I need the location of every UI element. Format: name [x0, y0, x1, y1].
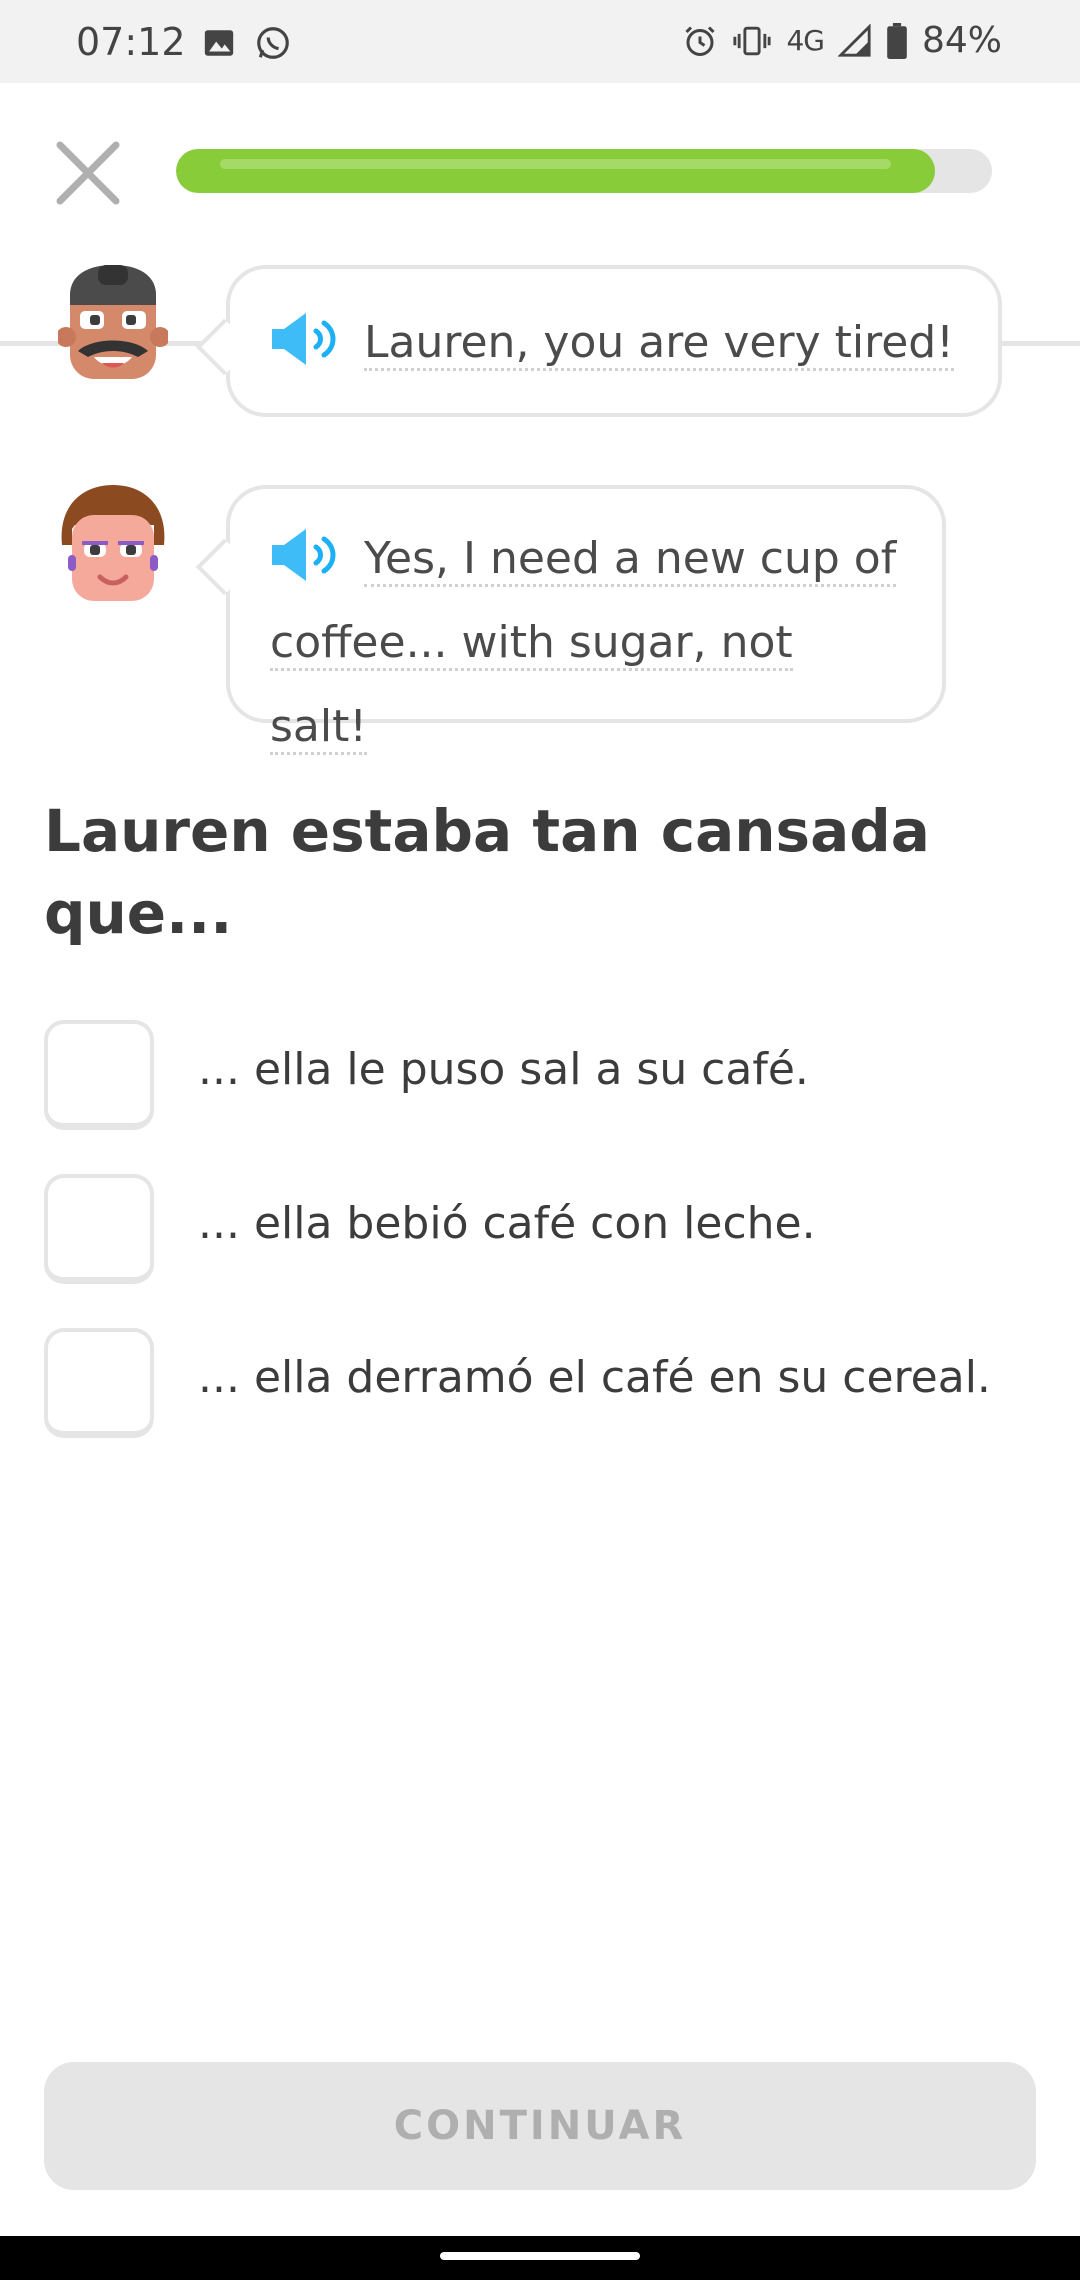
home-indicator[interactable] [440, 2252, 640, 2260]
battery-level: 84% [921, 20, 1002, 61]
dialogue-line-1: Lauren, you are very tired! [0, 265, 1080, 425]
speech-bubble-2: Yes, I need a new cup of coffee... with … [195, 485, 946, 755]
answer-option-3[interactable]: ... ella derramó el café en su cereal. [44, 1328, 1044, 1438]
dialogue-text-2-line-2[interactable]: coffee... with sugar, not salt! [270, 617, 793, 755]
vibrate-icon [733, 26, 772, 55]
speaker-icon[interactable] [270, 527, 346, 583]
option-checkbox[interactable] [44, 1020, 154, 1130]
system-nav-bar [0, 2236, 1080, 2280]
network-type: 4G [786, 24, 825, 57]
avatar-woman [61, 485, 165, 601]
status-time: 07:12 [76, 20, 186, 64]
status-bar: 07:12 4G 84% [0, 0, 1080, 83]
speaker-icon[interactable] [270, 311, 346, 367]
option-label: ... ella bebió café con leche. [198, 1198, 816, 1249]
option-label: ... ella derramó el café en su cereal. [198, 1352, 991, 1403]
bubble-tail [195, 318, 253, 376]
image-icon [204, 30, 234, 56]
dialogue-line-2: Yes, I need a new cup of coffee... with … [0, 485, 1080, 755]
option-checkbox[interactable] [44, 1174, 154, 1284]
whatsapp-icon [257, 27, 289, 59]
question-line-2: que... [44, 879, 233, 947]
option-checkbox[interactable] [44, 1328, 154, 1438]
progress-fill [176, 149, 935, 193]
question-line-1: Lauren estaba tan cansada [44, 797, 930, 865]
close-icon[interactable] [50, 135, 126, 211]
dialogue-text-1[interactable]: Lauren, you are very tired! [364, 317, 954, 371]
lesson-progress-bar [176, 149, 992, 193]
bubble-tail [195, 538, 253, 596]
dialogue-text-2-line-1[interactable]: Yes, I need a new cup of [364, 533, 897, 587]
avatar-man [58, 265, 168, 379]
answer-option-2[interactable]: ... ella bebió café con leche. [44, 1174, 1044, 1284]
alarm-icon [685, 25, 716, 56]
battery-icon [887, 22, 907, 59]
option-label: ... ella le puso sal a su café. [198, 1044, 809, 1095]
progress-highlight [220, 159, 891, 169]
lesson-header [0, 83, 1080, 346]
answer-option-1[interactable]: ... ella le puso sal a su café. [44, 1020, 1044, 1130]
continue-button[interactable]: CONTINUAR [44, 2062, 1036, 2190]
signal-icon [837, 23, 871, 57]
speech-bubble-1: Lauren, you are very tired! [195, 265, 1002, 417]
question-prompt: Lauren estaba tan cansada que... [44, 790, 1044, 954]
